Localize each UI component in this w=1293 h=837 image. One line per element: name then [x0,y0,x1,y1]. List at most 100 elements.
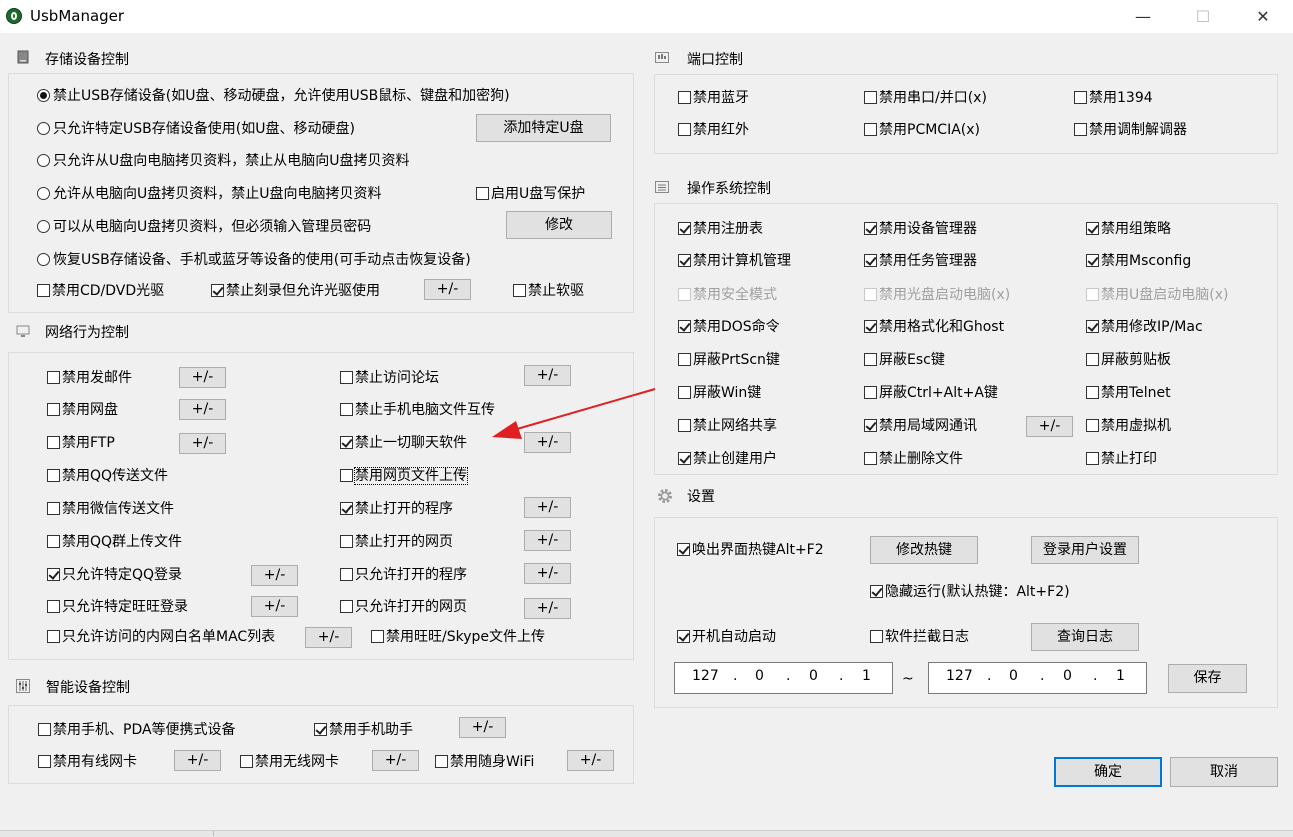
specific-qq-pm-button[interactable]: +/- [251,565,298,586]
hidden-run-checkbox[interactable]: 隐藏运行(默认热键：Alt+F2) [870,583,1070,601]
pcmcia-checkbox[interactable]: 禁用PCMCIA(x) [864,121,980,139]
forbid-programs-pm-button[interactable]: +/- [524,497,571,518]
radio-restore[interactable]: 恢复USB存储设备、手机或蓝牙等设备的使用(可手动点击恢复设备) [37,251,471,269]
specific-qq-checkbox[interactable]: 只允许特定QQ登录 [47,566,182,584]
clipboard-checkbox[interactable]: 屏蔽剪贴板 [1086,351,1171,369]
minimize-button[interactable]: — [1120,0,1166,33]
ip-to-octet-3[interactable]: 0 [1063,668,1072,684]
qq-file-checkbox[interactable]: 禁用QQ传送文件 [47,467,168,485]
portable-wifi-pm-button[interactable]: +/- [567,750,614,771]
intercept-log-checkbox[interactable]: 软件拦截日志 [870,628,969,646]
close-button[interactable]: ✕ [1240,0,1286,33]
radio-pc-to-usb[interactable]: 允许从电脑向U盘拷贝资料，禁止U盘向电脑拷贝资料 [37,185,382,203]
portable-device-checkbox[interactable]: 禁用手机、PDA等便携式设备 [38,721,236,739]
wired-nic-checkbox[interactable]: 禁用有线网卡 [38,753,137,771]
task-manager-checkbox[interactable]: 禁用任务管理器 [864,252,977,270]
phone-assistant-pm-button[interactable]: +/- [459,717,506,738]
infrared-checkbox[interactable]: 禁用红外 [678,121,749,139]
cancel-button[interactable]: 取消 [1170,757,1278,787]
autostart-checkbox[interactable]: 开机自动启动 [677,628,776,646]
ip-to-octet-4[interactable]: 1 [1116,668,1125,684]
modify-ip-checkbox[interactable]: 禁用修改IP/Mac [1086,318,1203,336]
wangwang-skype-checkbox[interactable]: 禁用旺旺/Skype文件上传 [371,628,545,646]
esc-checkbox[interactable]: 屏蔽Esc键 [864,351,945,369]
forbid-burn-checkbox[interactable]: 禁止刻录但允许光驱使用 [211,282,380,300]
wireless-nic-checkbox[interactable]: 禁用无线网卡 [240,753,339,771]
msconfig-checkbox[interactable]: 禁用Msconfig [1086,252,1191,270]
delete-file-checkbox[interactable]: 禁止删除文件 [864,450,963,468]
ctrl-alt-a-checkbox[interactable]: 屏蔽Ctrl+Alt+A键 [864,384,998,402]
portable-wifi-checkbox[interactable]: 禁用随身WiFi [435,753,534,771]
prtscn-checkbox[interactable]: 屏蔽PrtScn键 [678,351,780,369]
serial-parallel-checkbox[interactable]: 禁用串口/并口(x) [864,89,987,107]
radio-usb-to-pc[interactable]: 只允许从U盘向电脑拷贝资料，禁止从电脑向U盘拷贝资料 [37,152,410,170]
wechat-file-checkbox[interactable]: 禁用微信传送文件 [47,500,174,518]
web-upload-checkbox[interactable]: 禁用网页文件上传 [340,467,468,485]
create-user-checkbox[interactable]: 禁止创建用户 [678,450,777,468]
ftp-checkbox[interactable]: 禁用FTP [47,434,115,452]
save-button[interactable]: 保存 [1168,664,1247,693]
radio-specific-usb[interactable]: 只允许特定USB存储设备使用(如U盘、移动硬盘) [37,120,355,138]
forum-pm-button[interactable]: +/- [524,365,571,386]
print-checkbox[interactable]: 禁止打印 [1086,450,1157,468]
ip-from-octet-3[interactable]: 0 [809,668,818,684]
allow-programs-checkbox[interactable]: 只允许打开的程序 [340,566,467,584]
specific-wangwang-pm-button[interactable]: +/- [251,596,298,617]
ftp-pm-button[interactable]: +/- [179,433,226,454]
forum-checkbox[interactable]: 禁止访问论坛 [340,369,439,387]
wireless-nic-pm-button[interactable]: +/- [372,750,419,771]
win-key-checkbox[interactable]: 屏蔽Win键 [678,384,761,402]
radio-block-usb[interactable]: 禁止USB存储设备(如U盘、移动硬盘，允许使用USB鼠标、键盘和加密狗) [37,87,510,105]
lan-comm-checkbox[interactable]: 禁用局域网通讯 [864,417,977,435]
wired-nic-pm-button[interactable]: +/- [174,750,221,771]
send-mail-pm-button[interactable]: +/- [179,367,226,388]
ip-from-input[interactable]: 127 . 0 . 0 . 1 [674,662,893,694]
modem-checkbox[interactable]: 禁用调制解调器 [1074,121,1187,139]
query-log-button[interactable]: 查询日志 [1031,623,1139,651]
specific-wangwang-checkbox[interactable]: 只允许特定旺旺登录 [47,598,188,616]
mac-whitelist-pm-button[interactable]: +/- [305,627,352,648]
forbid-floppy-checkbox[interactable]: 禁止软驱 [513,282,584,300]
ok-button[interactable]: 确定 [1054,757,1162,787]
firewire-checkbox[interactable]: 禁用1394 [1074,89,1153,107]
forbid-programs-checkbox[interactable]: 禁止打开的程序 [340,500,453,518]
disable-cd-checkbox[interactable]: 禁用CD/DVD光驱 [37,282,164,300]
maximize-button[interactable]: ☐ [1180,0,1226,33]
hotkey-checkbox[interactable]: 唤出界面热键Alt+F2 [677,541,824,559]
ip-from-octet-4[interactable]: 1 [862,668,871,684]
write-protect-checkbox[interactable]: 启用U盘写保护 [476,185,585,203]
qq-group-upload-checkbox[interactable]: 禁用QQ群上传文件 [47,533,182,551]
modify-hotkey-button[interactable]: 修改热键 [870,536,978,564]
bluetooth-checkbox[interactable]: 禁用蓝牙 [678,89,749,107]
device-manager-checkbox[interactable]: 禁用设备管理器 [864,220,977,238]
radio-password[interactable]: 可以从电脑向U盘拷贝资料，但必须输入管理员密码 [37,218,371,236]
phone-transfer-checkbox[interactable]: 禁止手机电脑文件互传 [340,401,495,419]
forbid-webpages-pm-button[interactable]: +/- [524,530,571,551]
group-policy-checkbox[interactable]: 禁用组策略 [1086,220,1171,238]
ip-from-octet-1[interactable]: 127 [692,668,719,684]
network-share-checkbox[interactable]: 禁止网络共享 [678,417,777,435]
send-mail-checkbox[interactable]: 禁用发邮件 [47,369,132,387]
ip-to-octet-2[interactable]: 0 [1009,668,1018,684]
allow-webpages-pm-button[interactable]: +/- [524,598,571,619]
netdisk-pm-button[interactable]: +/- [179,399,226,420]
modify-password-button[interactable]: 修改 [506,211,612,239]
allow-programs-pm-button[interactable]: +/- [524,563,571,584]
mac-whitelist-checkbox[interactable]: 只允许访问的内网白名单MAC列表 [47,628,275,646]
chat-software-checkbox[interactable]: 禁止一切聊天软件 [340,434,467,452]
vm-checkbox[interactable]: 禁用虚拟机 [1086,417,1171,435]
registry-checkbox[interactable]: 禁用注册表 [678,220,763,238]
login-settings-button[interactable]: 登录用户设置 [1031,536,1139,564]
format-ghost-checkbox[interactable]: 禁用格式化和Ghost [864,318,1004,336]
allow-webpages-checkbox[interactable]: 只允许打开的网页 [340,598,467,616]
ip-from-octet-2[interactable]: 0 [755,668,764,684]
dos-checkbox[interactable]: 禁用DOS命令 [678,318,780,336]
ip-to-input[interactable]: 127 . 0 . 0 . 1 [928,662,1147,694]
add-usb-button[interactable]: 添加特定U盘 [476,114,611,142]
netdisk-checkbox[interactable]: 禁用网盘 [47,401,118,419]
telnet-checkbox[interactable]: 禁用Telnet [1086,384,1171,402]
burn-pm-button[interactable]: +/- [424,279,471,300]
forbid-webpages-checkbox[interactable]: 禁止打开的网页 [340,533,453,551]
lan-comm-pm-button[interactable]: +/- [1026,416,1073,437]
phone-assistant-checkbox[interactable]: 禁用手机助手 [314,721,413,739]
